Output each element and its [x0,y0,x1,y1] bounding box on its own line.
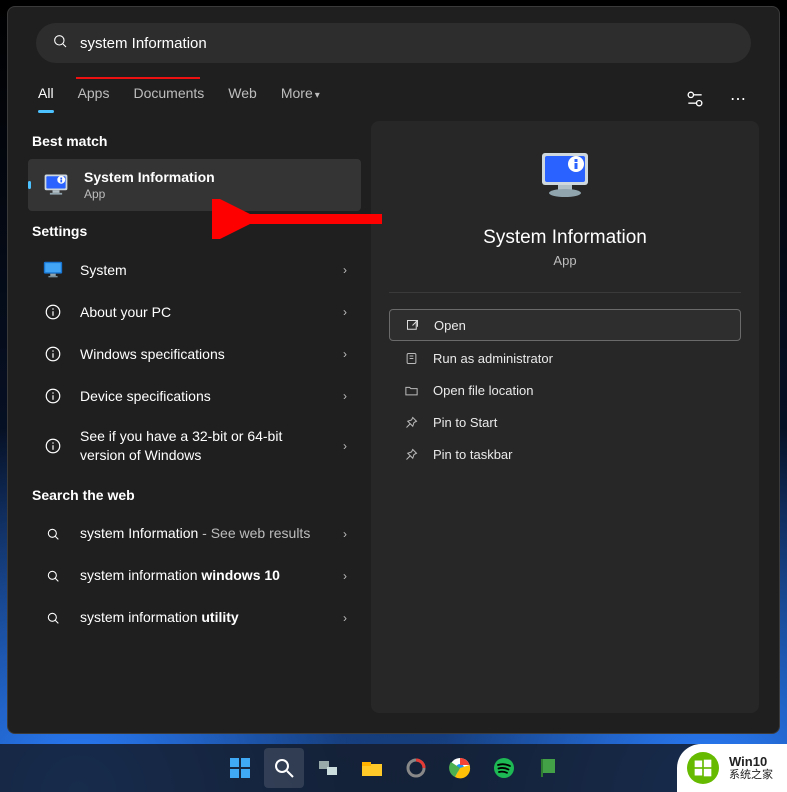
best-match-result[interactable]: System Information App [28,159,361,211]
search-icon [42,565,64,587]
action-label: Open [434,318,466,333]
tab-web[interactable]: Web [228,85,257,113]
detail-pane: System Information App Open Run as admin… [371,121,759,713]
taskbar [0,744,787,792]
settings-item-label: Windows specifications [80,345,327,364]
web-item-1[interactable]: system information windows 10 › [28,555,361,597]
system-information-icon [42,171,70,199]
quick-settings-icon[interactable] [685,89,705,109]
chevron-right-icon: › [343,305,347,319]
divider [389,292,741,293]
results-column: Best match System Information Ap [28,121,361,713]
web-item-label: system Information - See web results [80,524,327,543]
chevron-down-icon: ▾ [315,90,320,101]
app-green-flag[interactable] [528,748,568,788]
info-icon [42,435,64,457]
info-icon [42,343,64,365]
task-view-button[interactable] [308,748,348,788]
section-settings: Settings [32,223,361,239]
app-unknown-circle[interactable] [396,748,436,788]
shield-icon [403,350,419,366]
chevron-right-icon: › [343,611,347,625]
search-input[interactable] [80,35,735,52]
pin-icon [403,446,419,462]
detail-subtitle: App [553,253,576,268]
action-open[interactable]: Open [389,309,741,341]
action-label: Pin to Start [433,415,497,430]
settings-item-label: See if you have a 32-bit or 64-bit versi… [80,427,327,465]
chevron-right-icon: › [343,569,347,583]
web-item-label: system information utility [80,608,327,627]
chevron-right-icon: › [343,439,347,453]
best-match-title: System Information [84,169,215,185]
search-icon [42,523,64,545]
tab-documents[interactable]: Documents [133,85,204,113]
action-list: Open Run as administrator Open file loca… [389,309,741,469]
search-icon [42,607,64,629]
start-search-panel: All Apps Documents Web More▾ ⋯ Best matc… [7,6,780,734]
folder-icon [403,382,419,398]
settings-item-label: About your PC [80,303,327,322]
settings-item-label: Device specifications [80,387,327,406]
search-tabs: All Apps Documents Web More▾ ⋯ [28,85,759,113]
chevron-right-icon: › [343,389,347,403]
action-label: Run as administrator [433,351,553,366]
settings-item-about[interactable]: About your PC › [28,291,361,333]
chevron-right-icon: › [343,263,347,277]
web-item-2[interactable]: system information utility › [28,597,361,639]
file-explorer-button[interactable] [352,748,392,788]
settings-item-32or64[interactable]: See if you have a 32-bit or 64-bit versi… [28,417,361,475]
search-bar[interactable] [36,23,751,63]
pin-icon [403,414,419,430]
settings-item-devspec[interactable]: Device specifications › [28,375,361,417]
section-best-match: Best match [32,133,361,149]
open-external-icon [404,317,420,333]
chrome-button[interactable] [440,748,480,788]
action-pin-taskbar[interactable]: Pin to taskbar [389,439,741,469]
watermark-line1: Win10 [729,755,773,769]
start-button[interactable] [220,748,260,788]
action-label: Pin to taskbar [433,447,513,462]
action-label: Open file location [433,383,533,398]
chevron-right-icon: › [343,347,347,361]
tab-more[interactable]: More▾ [281,85,320,113]
section-search-web: Search the web [32,487,361,503]
action-run-admin[interactable]: Run as administrator [389,343,741,373]
tab-all[interactable]: All [38,85,54,113]
more-options-icon[interactable]: ⋯ [729,89,749,109]
watermark-line2: 系统之家 [729,769,773,781]
web-item-0[interactable]: system Information - See web results › [28,513,361,555]
system-information-large-icon [538,149,592,203]
web-item-label: system information windows 10 [80,566,327,585]
action-pin-start[interactable]: Pin to Start [389,407,741,437]
info-icon [42,301,64,323]
monitor-icon [42,259,64,281]
detail-title: System Information [483,227,647,249]
watermark-pill: Win10 系统之家 [677,744,787,792]
search-icon [52,33,68,54]
settings-item-system[interactable]: System › [28,249,361,291]
tab-apps[interactable]: Apps [78,85,110,113]
chevron-right-icon: › [343,527,347,541]
info-icon [42,385,64,407]
action-open-location[interactable]: Open file location [389,375,741,405]
best-match-subtitle: App [84,187,215,201]
settings-item-winspec[interactable]: Windows specifications › [28,333,361,375]
settings-item-label: System [80,261,327,280]
spotify-button[interactable] [484,748,524,788]
windows-logo-icon [687,752,719,784]
search-taskbar-button[interactable] [264,748,304,788]
annotation-underline [76,77,200,79]
